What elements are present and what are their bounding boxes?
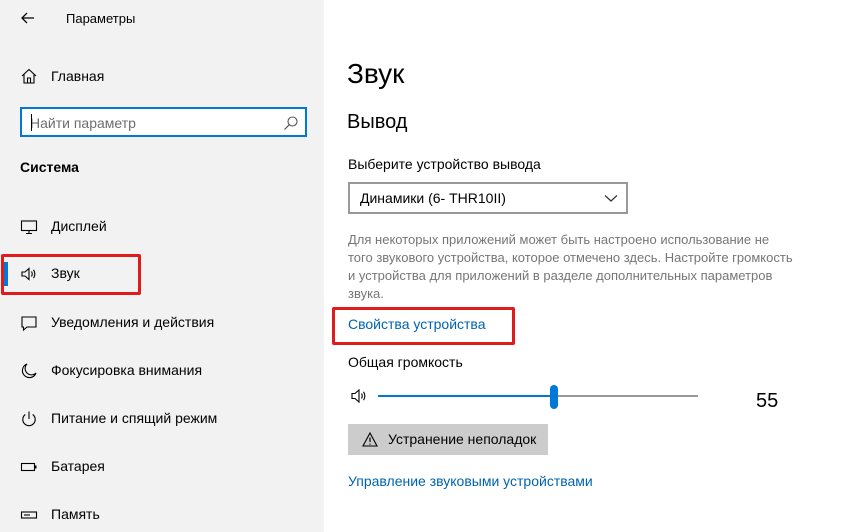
sidebar-item-focus-assist[interactable]: Фокусировка внимания xyxy=(0,351,324,391)
back-arrow-icon xyxy=(21,12,34,24)
troubleshoot-button[interactable]: Устранение неполадок xyxy=(348,424,548,455)
section-title: Система xyxy=(20,159,79,175)
battery-icon xyxy=(20,462,37,472)
highlight-box-device-properties xyxy=(332,307,515,345)
home-icon xyxy=(21,68,37,84)
sidebar-item-label: Фокусировка внимания xyxy=(51,362,203,378)
output-device-dropdown[interactable]: Динамики (6- THR10II) xyxy=(348,182,628,214)
search-icon[interactable] xyxy=(283,115,299,131)
app-title: Параметры xyxy=(66,11,136,26)
troubleshoot-label: Устранение неполадок xyxy=(388,431,537,447)
sidebar-item-notifications[interactable]: Уведомления и действия xyxy=(0,303,324,343)
sidebar-item-label: Уведомления и действия xyxy=(51,314,215,330)
moon-icon xyxy=(21,363,37,379)
slider-fill xyxy=(378,395,554,397)
output-device-label: Выберите устройство вывода xyxy=(348,156,541,172)
output-section-title: Вывод xyxy=(347,111,408,133)
volume-slider[interactable] xyxy=(378,385,698,409)
title-bar: Параметры xyxy=(0,0,324,38)
sidebar-item-battery[interactable]: Батарея xyxy=(0,447,324,487)
nav-home-label: Главная xyxy=(51,68,105,84)
search-box[interactable] xyxy=(20,107,307,137)
page-title: Звук xyxy=(347,58,405,89)
sidebar-item-label: Дисплей xyxy=(51,218,107,234)
chevron-down-icon xyxy=(604,195,618,202)
manage-sound-devices-link[interactable]: Управление звуковыми устройствами xyxy=(348,473,593,489)
sidebar-item-label: Питание и спящий режим xyxy=(51,410,218,426)
text-caret xyxy=(31,114,32,131)
output-device-value: Динамики (6- THR10II) xyxy=(360,190,506,206)
monitor-icon xyxy=(20,220,38,235)
master-volume-label: Общая громкость xyxy=(348,354,463,370)
search-input[interactable] xyxy=(30,114,280,132)
notification-icon xyxy=(21,316,37,332)
sidebar-item-storage[interactable]: Память xyxy=(0,495,324,532)
sidebar-item-display[interactable]: Дисплей xyxy=(0,207,324,247)
main-content: Звук Вывод Выберите устройство вывода Ди… xyxy=(324,0,857,532)
volume-value: 55 xyxy=(756,390,779,412)
speaker-icon[interactable] xyxy=(351,388,369,404)
sidebar-item-label: Батарея xyxy=(51,458,105,474)
storage-icon xyxy=(20,511,38,519)
back-button[interactable] xyxy=(14,6,42,30)
nav-home[interactable]: Главная xyxy=(0,60,324,92)
sidebar-item-power[interactable]: Питание и спящий режим xyxy=(0,399,324,439)
output-help-text: Для некоторых приложений может быть наст… xyxy=(348,232,793,301)
slider-thumb[interactable] xyxy=(550,385,558,409)
highlight-box-sound xyxy=(1,254,141,295)
sidebar-item-label: Память xyxy=(51,506,100,522)
warning-icon xyxy=(362,432,378,447)
power-icon xyxy=(22,411,36,427)
